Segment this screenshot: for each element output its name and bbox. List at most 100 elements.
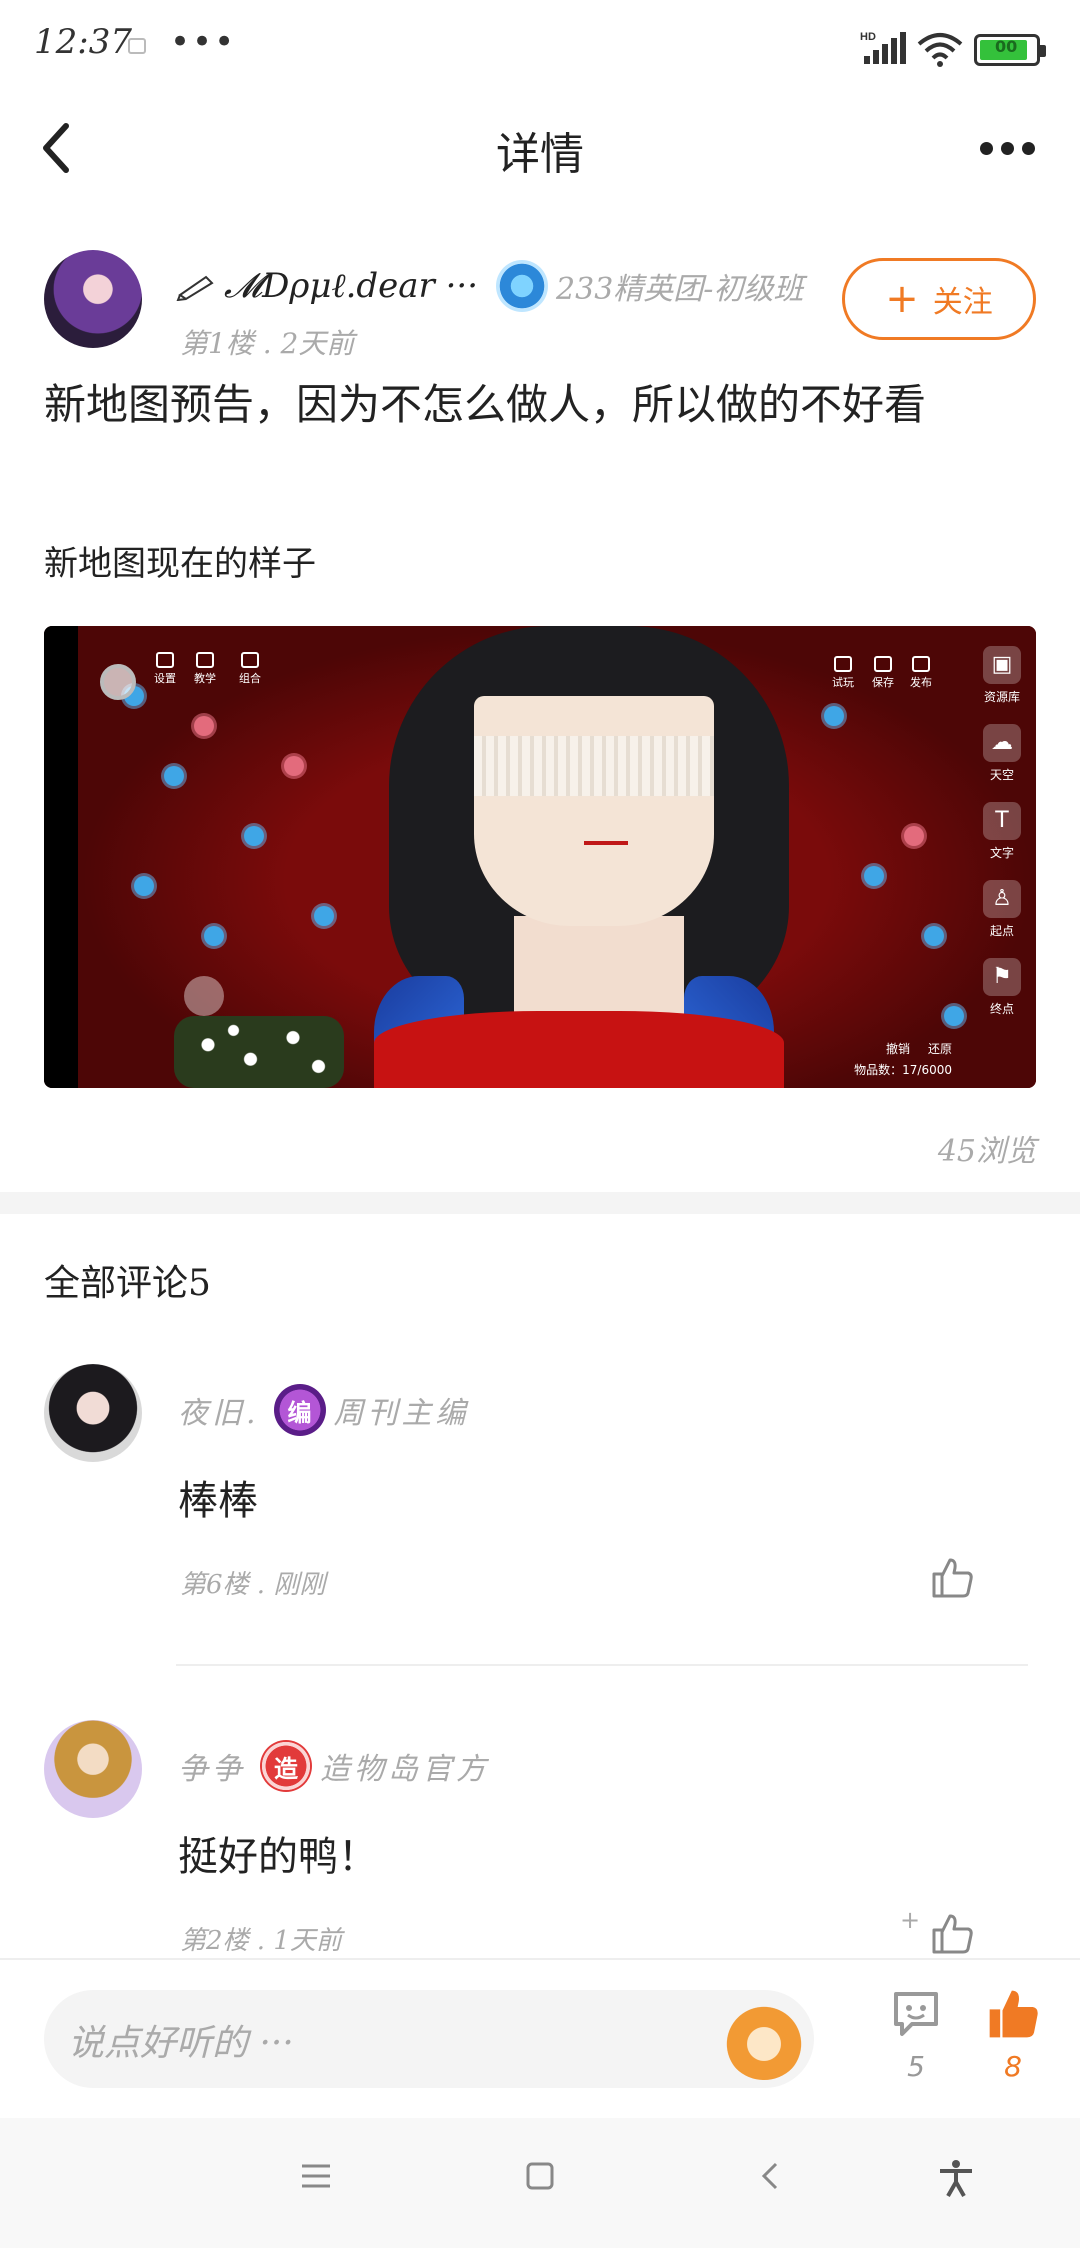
side-item-end: ⚑ 终点: [974, 958, 1030, 1032]
comment-author-row: 争争 造 造物岛官方: [178, 1738, 490, 1794]
dot-icon: [1001, 141, 1014, 155]
page-title: 详情: [496, 129, 584, 180]
character-dress: [374, 1011, 784, 1088]
editor-badge-icon: 编: [273, 1384, 326, 1436]
settings-icon: [156, 652, 174, 668]
status-bar: 12:37 ••• HD 00: [0, 0, 1080, 96]
header: 详情: [0, 96, 1080, 206]
menu-button[interactable]: [298, 2158, 348, 2208]
comments-button[interactable]: 5: [888, 1988, 944, 2088]
text-icon: T: [983, 802, 1021, 840]
comment-text: 挺好的鸭！: [178, 1834, 378, 1880]
side-item-start: ♙ 起点: [974, 880, 1030, 954]
send-icon: [912, 656, 930, 672]
post-meta: 第1楼 . 2天前: [180, 327, 355, 360]
more-notifications-icon: •••: [170, 22, 237, 62]
comment-meta: 第2楼 . 1天前: [180, 1926, 342, 1956]
battery-label: 00: [995, 37, 1018, 56]
character-blindfold: [474, 736, 714, 796]
cloud-icon: ☁: [983, 724, 1021, 762]
comment-like-button[interactable]: [928, 1910, 976, 1958]
start-point-icon: ♙: [983, 880, 1021, 918]
side-item-label: 文字: [989, 846, 1014, 860]
plus-icon: +: [885, 276, 919, 322]
library-icon: ▣: [983, 646, 1021, 684]
comment-like-plus: +: [900, 1906, 921, 1934]
game-settings: 设置: [154, 652, 176, 686]
character-mouth: [584, 841, 628, 845]
author-avatar[interactable]: [44, 250, 142, 348]
side-item-label: 起点: [989, 924, 1014, 938]
post-author: 𝓜Dρμℓ.dear ··· 233精英团-初级班 第1楼 . 2天前 + 关注: [0, 246, 1080, 366]
side-item-label: 资源库: [983, 690, 1020, 704]
flag-icon: ⚑: [983, 958, 1021, 996]
rank-badge-icon: [496, 260, 549, 312]
post-title: 新地图预告，因为不怎么做人，所以做的不好看: [44, 380, 927, 429]
undo-label: 撤销: [885, 1042, 910, 1056]
wifi-icon: [917, 33, 963, 67]
commenter-avatar[interactable]: [44, 1364, 142, 1462]
game-toolbar-label: 设置: [154, 672, 176, 685]
author-name[interactable]: 𝓜Dρμℓ.dear ···: [224, 266, 478, 306]
flower-decoration: [904, 826, 924, 846]
flower-decoration: [824, 706, 844, 726]
section-divider: [0, 1192, 1080, 1214]
accessibility-button[interactable]: [936, 2158, 986, 2208]
mascot-emoji-icon[interactable]: [724, 2000, 804, 2080]
game-circle-button: [100, 664, 136, 700]
like-count: 8: [1004, 2050, 1022, 2083]
comment-item: 争争 造 造物岛官方 挺好的鸭！ 第2楼 . 1天前 +: [0, 1720, 1080, 1960]
tutorial-icon: [196, 652, 214, 668]
white-flowers: [174, 1016, 344, 1088]
game-toolbar-label: 试玩: [832, 676, 854, 689]
dot-icon: [1022, 141, 1035, 155]
game-save: 保存: [872, 656, 894, 690]
system-nav-bar: [0, 2118, 1080, 2248]
flower-decoration: [864, 866, 884, 886]
game-toolbar-label: 发布: [910, 676, 932, 689]
play-icon: [834, 656, 852, 672]
author-title: 233精英团-初级班: [556, 272, 804, 307]
like-button[interactable]: 8: [978, 1986, 1048, 2086]
notification-icon: [128, 38, 146, 54]
home-button[interactable]: [522, 2158, 572, 2208]
dot-icon: [980, 141, 993, 155]
commenter-name[interactable]: 争争: [178, 1744, 246, 1788]
image-left-strip: [44, 626, 78, 1088]
thumbs-up-icon: [932, 1914, 973, 1954]
thumbs-up-filled-icon: [989, 1990, 1038, 2038]
square-icon: [526, 2162, 554, 2190]
more-options-button[interactable]: [980, 128, 1044, 168]
view-count: 45浏览: [937, 1134, 1036, 1169]
game-tutorial: 教学: [194, 652, 216, 686]
game-publish: 发布: [910, 656, 932, 690]
comment-input-placeholder: 说点好听的 ···: [68, 2023, 294, 2064]
flower-decoration: [194, 716, 214, 736]
comment-like-button[interactable]: [928, 1554, 976, 1602]
follow-label: 关注: [932, 285, 993, 320]
comment-item: 夜旧. 编 周刊主编 棒棒 第6楼 . 刚刚: [0, 1364, 1080, 1664]
side-item-sky: ☁ 天空: [974, 724, 1030, 798]
chat-bubble-icon: [894, 1992, 938, 2036]
commenter-avatar[interactable]: [44, 1720, 142, 1818]
flower-decoration: [244, 826, 264, 846]
comment-divider: [176, 1664, 1028, 1666]
author-name-row: 𝓜Dρμℓ.dear ··· 233精英团-初级班: [176, 260, 804, 312]
commenter-role: 造物岛官方: [320, 1752, 490, 1787]
character-neck: [514, 916, 684, 1026]
comment-input[interactable]: 说点好听的 ···: [44, 1990, 814, 2088]
accessibility-icon: [940, 2160, 972, 2197]
side-item-label: 终点: [989, 1002, 1014, 1016]
comment-count: 5: [907, 2050, 925, 2083]
post-subtitle: 新地图现在的样子: [44, 544, 316, 584]
post-image[interactable]: 设置 教学 组合 试玩 保存 发布 ▣ 资源库 ☁ 天空 T 文字 ♙ 起点 ⚑…: [44, 626, 1036, 1088]
game-toolbar-label: 教学: [194, 672, 216, 685]
chevron-left-icon: [761, 2162, 778, 2190]
flower-decoration: [284, 756, 304, 776]
flower-decoration: [164, 766, 184, 786]
comment-meta: 第6楼 . 刚刚: [180, 1570, 326, 1600]
follow-button[interactable]: + 关注: [842, 258, 1036, 340]
commenter-name[interactable]: 夜旧.: [178, 1388, 260, 1432]
system-back-button[interactable]: [752, 2158, 802, 2208]
flower-decoration: [944, 1006, 964, 1026]
